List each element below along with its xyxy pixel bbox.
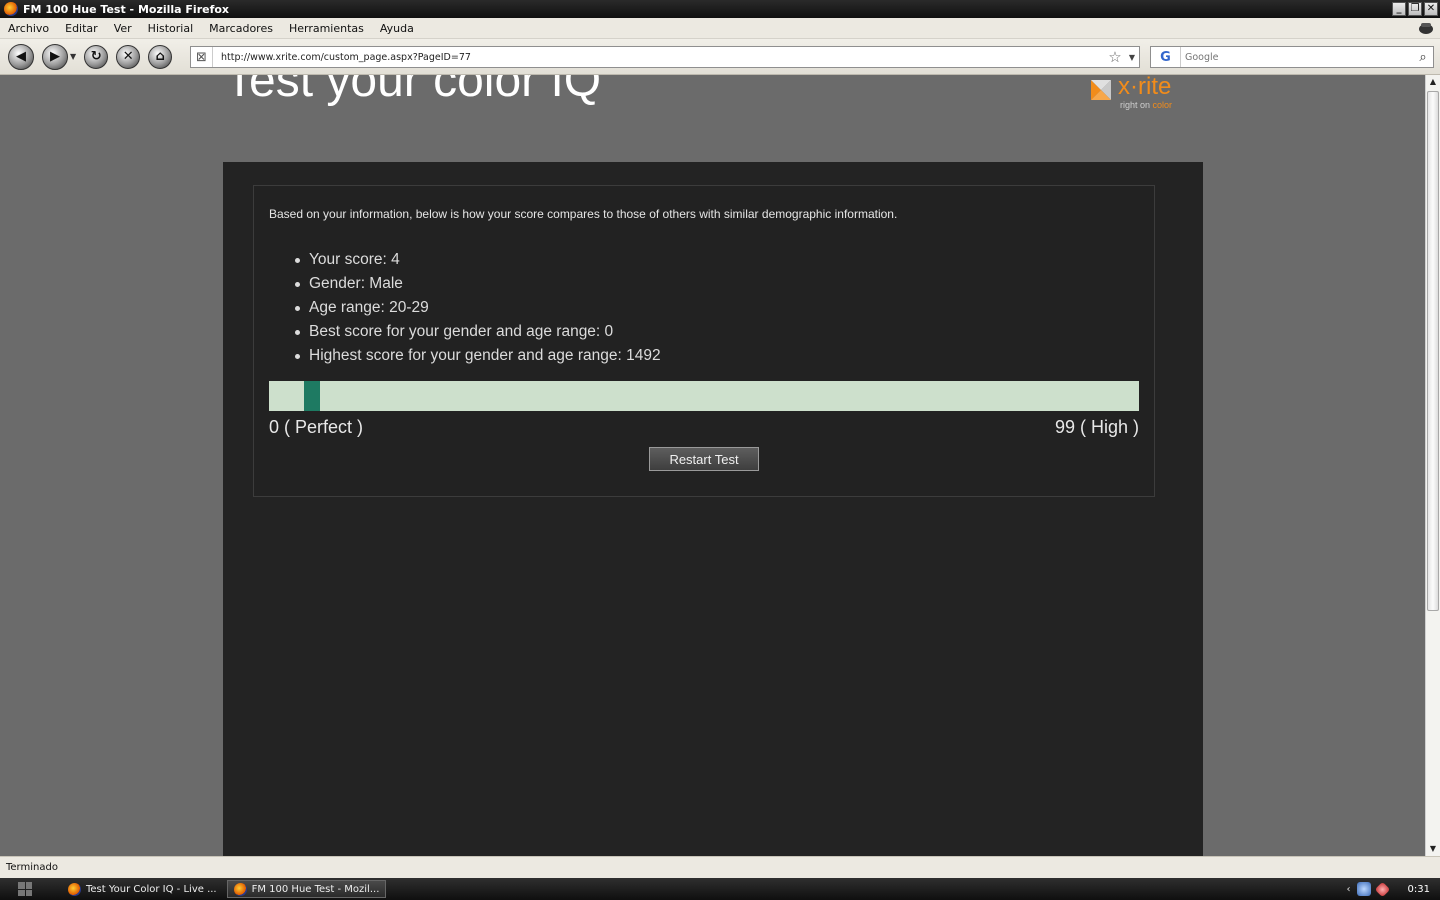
- url-dropdown-icon[interactable]: ▼: [1125, 53, 1139, 62]
- restore-button[interactable]: ❐: [1408, 2, 1422, 16]
- stat-age-range: Age range: 20-29: [295, 296, 661, 320]
- back-button[interactable]: ◀: [8, 43, 34, 70]
- antivirus-icon[interactable]: [1374, 881, 1390, 897]
- network-icon[interactable]: [1356, 882, 1371, 896]
- results-panel: Based on your information, below is how …: [253, 185, 1155, 497]
- results-intro: Based on your information, below is how …: [269, 207, 898, 221]
- scroll-up-arrow-icon[interactable]: ▲: [1426, 75, 1440, 89]
- scroll-thumb[interactable]: [1427, 91, 1439, 611]
- start-menu-icon[interactable]: [18, 882, 32, 896]
- score-marker: [304, 381, 320, 411]
- search-icon[interactable]: ⌕: [1413, 50, 1433, 65]
- stop-button[interactable]: ✕: [116, 44, 141, 69]
- window-title-bar: FM 100 Hue Test - Mozilla Firefox _ ❐ ✕: [0, 0, 1440, 18]
- vertical-scrollbar[interactable]: ▲ ▼: [1425, 75, 1440, 856]
- taskbar-item-label: Test Your Color IQ - Live ...: [86, 883, 217, 895]
- scale-max-label: 99 ( High ): [1054, 417, 1139, 437]
- taskbar-item-live[interactable]: Test Your Color IQ - Live ...: [62, 880, 223, 898]
- clock: 0:31: [1407, 883, 1430, 895]
- results-container: Based on your information, below is how …: [223, 162, 1203, 856]
- scroll-down-arrow-icon[interactable]: ▼: [1426, 842, 1440, 856]
- firefox-icon: [68, 882, 81, 896]
- firefox-icon: [233, 882, 247, 896]
- taskbar: Test Your Color IQ - Live ... FM 100 Hue…: [0, 878, 1440, 900]
- menu-herramientas[interactable]: Herramientas: [281, 22, 372, 35]
- address-bar[interactable]: ⊠ http://www.xrite.com/custom_page.aspx?…: [190, 46, 1140, 68]
- logo-wordmark: x·rite: [1118, 75, 1172, 100]
- window-title: FM 100 Hue Test - Mozilla Firefox: [23, 2, 230, 16]
- throbber-icon: [1419, 23, 1433, 34]
- page-title: Test your color IQ: [225, 75, 602, 107]
- stat-gender: Gender: Male: [295, 272, 661, 296]
- site-identity-icon[interactable]: ⊠: [191, 47, 213, 67]
- minimize-button[interactable]: _: [1392, 2, 1406, 16]
- bookmark-star-icon[interactable]: ☆: [1105, 48, 1125, 66]
- home-icon: ⌂: [155, 49, 165, 64]
- navigation-toolbar: ◀ ▶ ▼ ↻ ✕ ⌂ ⊠ http://www.xrite.com/custo…: [0, 39, 1440, 75]
- stats-list: Your score: 4 Gender: Male Age range: 20…: [295, 248, 661, 368]
- search-input[interactable]: [1181, 51, 1413, 63]
- forward-button[interactable]: ▶: [42, 43, 68, 70]
- menu-marcadores[interactable]: Marcadores: [201, 22, 281, 35]
- xrite-logo[interactable]: x·rite right on color: [1088, 75, 1188, 113]
- stat-your-score: Your score: 4: [295, 248, 661, 272]
- history-dropdown-icon[interactable]: ▼: [70, 52, 76, 61]
- menu-ayuda[interactable]: Ayuda: [372, 22, 422, 35]
- menu-archivo[interactable]: Archivo: [0, 22, 57, 35]
- system-tray: ‹ 0:31: [1347, 878, 1440, 900]
- score-scale-bar: [269, 381, 1139, 411]
- logo-tagline-accent: color: [1152, 100, 1173, 110]
- menu-editar[interactable]: Editar: [57, 22, 106, 35]
- reload-icon: ↻: [90, 49, 102, 64]
- firefox-icon: [4, 2, 18, 16]
- arrow-right-icon: ▶: [50, 49, 60, 64]
- taskbar-item-fm100[interactable]: FM 100 Hue Test - Mozil...: [226, 880, 387, 898]
- home-button[interactable]: ⌂: [148, 44, 173, 69]
- status-text: Terminado: [6, 862, 58, 873]
- scale-min-label: 0 ( Perfect ): [269, 417, 364, 437]
- logo-tagline-prefix: right on: [1120, 100, 1153, 110]
- stat-highest-score: Highest score for your gender and age ra…: [295, 344, 661, 368]
- logo-tagline: right on color: [1120, 100, 1172, 110]
- reload-button[interactable]: ↻: [84, 44, 109, 69]
- menu-historial[interactable]: Historial: [140, 22, 201, 35]
- url-text[interactable]: http://www.xrite.com/custom_page.aspx?Pa…: [213, 52, 1105, 63]
- search-engine-icon[interactable]: G: [1151, 47, 1181, 67]
- window-controls: _ ❐ ✕: [1392, 2, 1438, 16]
- menu-ver[interactable]: Ver: [106, 22, 140, 35]
- restart-test-button[interactable]: Restart Test: [649, 447, 759, 471]
- taskbar-item-label: FM 100 Hue Test - Mozil...: [251, 883, 380, 895]
- arrow-left-icon: ◀: [16, 49, 26, 64]
- stop-icon: ✕: [122, 49, 134, 64]
- tray-expand-icon[interactable]: ‹: [1347, 884, 1351, 895]
- page-viewport: Test your color IQ x·rite right on color…: [0, 75, 1425, 856]
- search-bar[interactable]: G ⌕: [1150, 46, 1434, 68]
- status-bar: Terminado: [0, 856, 1440, 878]
- menu-bar: Archivo Editar Ver Historial Marcadores …: [0, 18, 1440, 39]
- stat-best-score: Best score for your gender and age range…: [295, 320, 661, 344]
- xrite-logo-mark-icon: [1091, 80, 1111, 100]
- close-button[interactable]: ✕: [1424, 2, 1438, 16]
